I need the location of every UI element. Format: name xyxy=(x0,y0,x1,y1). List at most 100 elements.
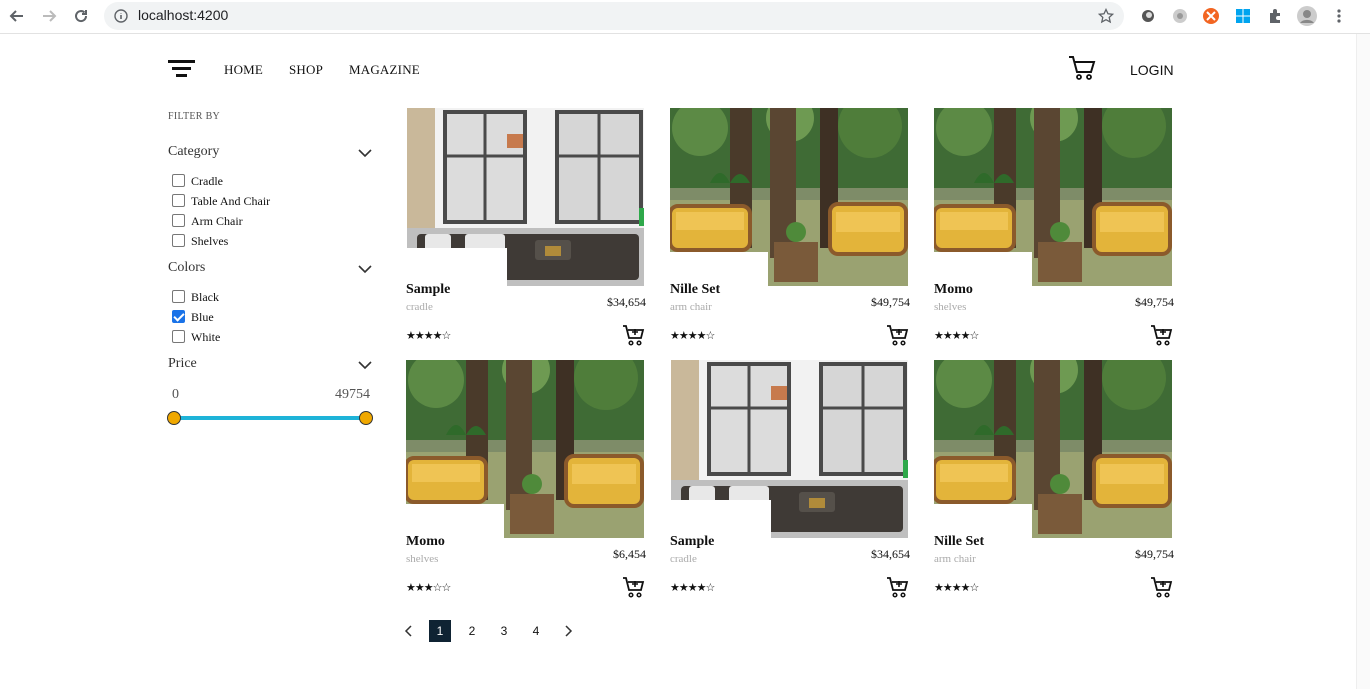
checkbox[interactable] xyxy=(172,193,185,207)
chevron-down-icon[interactable] xyxy=(358,146,372,160)
page-2-button[interactable]: 2 xyxy=(461,620,483,642)
address-bar[interactable]: localhost:4200 xyxy=(104,2,1124,30)
rating-stars: ★★★★☆ xyxy=(406,329,451,342)
category-option-arm-chair[interactable]: Arm Chair xyxy=(172,212,243,228)
puzzle-extensions-icon[interactable] xyxy=(1265,6,1285,26)
checkbox-label: Shelves xyxy=(191,234,229,248)
product-name[interactable]: Nille Set xyxy=(670,282,720,298)
product-name[interactable]: Momo xyxy=(406,534,445,550)
product-name[interactable]: Sample xyxy=(406,282,450,298)
bookmark-star-icon[interactable] xyxy=(1098,8,1114,24)
checkbox[interactable] xyxy=(172,173,185,187)
extension-circle-icon[interactable] xyxy=(1138,6,1158,26)
nav-shop-link[interactable]: SHOP xyxy=(289,62,323,78)
price-max-value: 49754 xyxy=(335,387,370,402)
product-price: $34,654 xyxy=(871,547,910,561)
product-image[interactable] xyxy=(670,360,908,538)
checkbox[interactable] xyxy=(172,329,185,343)
add-to-cart-icon[interactable] xyxy=(886,323,910,347)
next-page-icon[interactable] xyxy=(557,620,579,642)
category-title: Category xyxy=(168,144,220,159)
product-image[interactable] xyxy=(406,108,644,286)
price-slider-track[interactable] xyxy=(174,416,366,420)
info-icon[interactable] xyxy=(114,9,128,23)
product-card[interactable]: Nille Set arm chair $49,754 ★★★★☆ xyxy=(670,108,910,352)
add-to-cart-icon[interactable] xyxy=(622,323,646,347)
product-category: cradle xyxy=(406,301,433,313)
checkbox[interactable] xyxy=(172,213,185,227)
product-category: arm chair xyxy=(934,553,976,565)
price-title: Price xyxy=(168,356,197,371)
category-section-header[interactable]: Category xyxy=(168,144,374,164)
checkbox-label: Cradle xyxy=(191,174,223,188)
product-name[interactable]: Nille Set xyxy=(934,534,984,550)
nav-home-link[interactable]: HOME xyxy=(224,62,263,78)
cart-icon[interactable] xyxy=(1068,54,1096,82)
filter-menu-icon[interactable] xyxy=(168,59,196,79)
browser-toolbar: localhost:4200 xyxy=(0,0,1370,34)
rating-stars: ★★★★☆ xyxy=(934,581,979,594)
product-category: cradle xyxy=(670,553,697,565)
profile-avatar-icon[interactable] xyxy=(1297,6,1317,26)
product-image[interactable] xyxy=(670,108,908,286)
chevron-down-icon[interactable] xyxy=(358,358,372,372)
colors-title: Colors xyxy=(168,260,206,275)
forward-icon[interactable] xyxy=(36,4,62,28)
category-option-shelves[interactable]: Shelves xyxy=(172,232,228,248)
reload-icon[interactable] xyxy=(68,4,94,28)
checkbox[interactable] xyxy=(172,233,185,247)
add-to-cart-icon[interactable] xyxy=(1150,323,1174,347)
product-name[interactable]: Sample xyxy=(670,534,714,550)
checkbox[interactable] xyxy=(172,289,185,303)
rating-stars: ★★★★☆ xyxy=(670,581,715,594)
chevron-down-icon[interactable] xyxy=(358,262,372,276)
product-card[interactable]: Sample cradle $34,654 ★★★★☆ xyxy=(406,108,646,352)
prev-page-icon[interactable] xyxy=(398,620,420,642)
filter-by-heading: FILTER BY xyxy=(168,111,221,122)
back-icon[interactable] xyxy=(4,4,30,28)
checkbox-label: Arm Chair xyxy=(191,214,243,228)
checkbox-label: White xyxy=(191,330,221,344)
product-category: arm chair xyxy=(670,301,712,313)
product-category: shelves xyxy=(934,301,967,313)
page-4-button[interactable]: 4 xyxy=(525,620,547,642)
checkbox-checked[interactable] xyxy=(172,309,185,323)
colors-section-header[interactable]: Colors xyxy=(168,260,374,280)
page-scrollbar[interactable] xyxy=(1356,34,1370,689)
extension-orange-icon[interactable] xyxy=(1201,6,1221,26)
color-option-blue[interactable]: Blue xyxy=(172,308,214,324)
price-slider-max-handle[interactable] xyxy=(359,411,373,425)
product-image[interactable] xyxy=(406,360,644,538)
product-image[interactable] xyxy=(934,360,1172,538)
page-1-button[interactable]: 1 xyxy=(429,620,451,642)
product-card[interactable]: Momo shelves $6,454 ★★★☆☆ xyxy=(406,360,646,604)
product-image[interactable] xyxy=(934,108,1172,286)
category-option-table-and-chair[interactable]: Table And Chair xyxy=(172,192,270,208)
product-card[interactable]: Momo shelves $49,754 ★★★★☆ xyxy=(934,108,1174,352)
login-link[interactable]: LOGIN xyxy=(1130,62,1174,78)
nav-magazine-link[interactable]: MAGAZINE xyxy=(349,62,420,78)
product-card[interactable]: Sample cradle $34,654 ★★★★☆ xyxy=(670,360,910,604)
color-option-black[interactable]: Black xyxy=(172,288,219,304)
address-url[interactable]: localhost:4200 xyxy=(138,7,228,23)
add-to-cart-icon[interactable] xyxy=(1150,575,1174,599)
product-price: $49,754 xyxy=(871,295,910,309)
price-slider-min-handle[interactable] xyxy=(167,411,181,425)
price-section-header[interactable]: Price xyxy=(168,356,374,376)
checkbox-label: Blue xyxy=(191,310,214,324)
category-option-cradle[interactable]: Cradle xyxy=(172,172,223,188)
add-to-cart-icon[interactable] xyxy=(886,575,910,599)
browser-menu-icon[interactable] xyxy=(1329,6,1349,26)
product-price: $49,754 xyxy=(1135,547,1174,561)
product-name[interactable]: Momo xyxy=(934,282,973,298)
product-price: $6,454 xyxy=(613,547,646,561)
extension-grey-icon[interactable] xyxy=(1170,6,1190,26)
product-price: $34,654 xyxy=(607,295,646,309)
add-to-cart-icon[interactable] xyxy=(622,575,646,599)
product-card[interactable]: Nille Set arm chair $49,754 ★★★★☆ xyxy=(934,360,1174,604)
price-min-value: 0 xyxy=(172,387,179,402)
product-category: shelves xyxy=(406,553,439,565)
windows-extension-icon[interactable] xyxy=(1233,6,1253,26)
page-3-button[interactable]: 3 xyxy=(493,620,515,642)
color-option-white[interactable]: White xyxy=(172,328,220,344)
